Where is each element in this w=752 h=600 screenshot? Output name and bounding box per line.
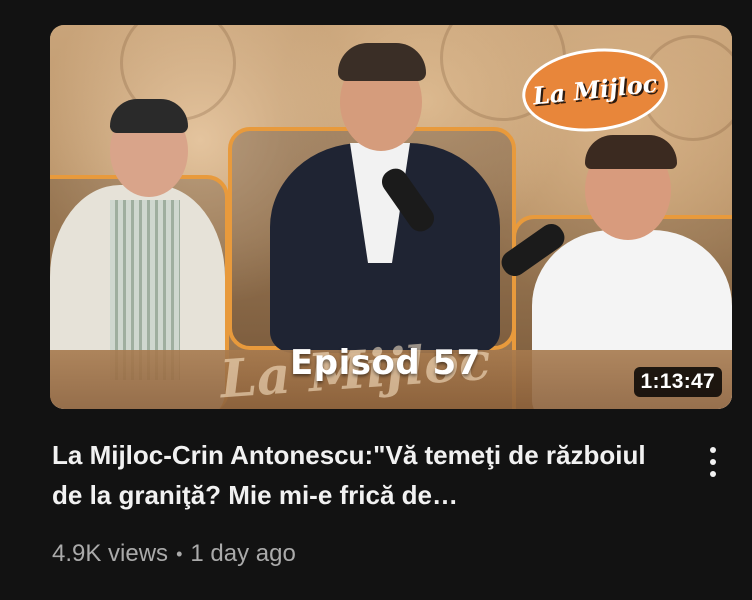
menu-dot [710,447,716,453]
video-title[interactable]: La Mijloc-Crin Antonescu:"Vă temeţi de r… [52,435,672,515]
menu-dot [710,471,716,477]
show-logo-text: La Mijloc [531,68,659,111]
video-thumbnail[interactable]: La Mijloc La Mijloc Episod 57 1:13:47 [50,25,732,409]
view-count: 4.9K views [52,540,169,567]
metadata-separator: • [176,543,183,564]
upload-age: 1 day ago [190,540,296,567]
episode-label: Episod 57 [290,343,481,383]
more-vertical-icon[interactable] [698,440,728,484]
video-card[interactable]: La Mijloc La Mijloc Episod 57 1:13:47 La… [0,0,752,600]
video-metadata: 4.9K views • 1 day ago [52,540,296,568]
duration-badge: 1:13:47 [633,367,722,397]
menu-dot [710,459,716,465]
